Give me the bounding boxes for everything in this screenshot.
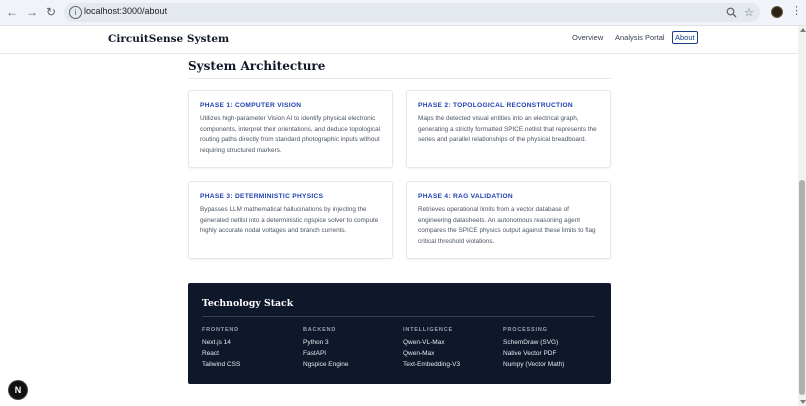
phase-card-1: PHASE 1: COMPUTER VISION Utilizes high-p… bbox=[188, 90, 393, 168]
phase-body: Bypasses LLM mathematical hallucinations… bbox=[200, 206, 379, 234]
scroll-down-arrow-icon[interactable] bbox=[800, 400, 806, 404]
stack-column-backend: BACKEND Python 3 FastAPI Ngspice Engine bbox=[303, 327, 349, 371]
browser-toolbar: ← → ↻ i localhost:3000/about ☆ ⋮ bbox=[0, 0, 806, 26]
phase-body: Utilizes high-parameter Vision AI to ide… bbox=[200, 115, 381, 154]
phase-card-4: PHASE 4: RAG VALIDATION Retrieves operat… bbox=[406, 181, 611, 259]
nextjs-dev-badge[interactable]: N bbox=[9, 381, 27, 399]
stack-item: FastAPI bbox=[303, 350, 327, 358]
phase-title: PHASE 2: TOPOLOGICAL RECONSTRUCTION bbox=[418, 102, 573, 109]
stack-column-heading: FRONTEND bbox=[202, 327, 239, 333]
phase-title: PHASE 1: COMPUTER VISION bbox=[200, 102, 302, 109]
scrollbar-thumb[interactable] bbox=[799, 180, 805, 395]
phase-title: PHASE 3: DETERMINISTIC PHYSICS bbox=[200, 193, 324, 200]
phase-body: Maps the detected visual entities into a… bbox=[418, 115, 597, 143]
info-icon[interactable]: i bbox=[69, 6, 82, 19]
stack-item: React bbox=[202, 350, 219, 358]
phase-card-2: PHASE 2: TOPOLOGICAL RECONSTRUCTION Maps… bbox=[406, 90, 611, 168]
tech-stack-divider bbox=[202, 316, 595, 317]
stack-column-heading: BACKEND bbox=[303, 327, 337, 333]
tech-stack-title: Technology Stack bbox=[202, 298, 294, 309]
section-divider bbox=[188, 78, 611, 79]
stack-item: Ngspice Engine bbox=[303, 361, 349, 369]
back-arrow-icon[interactable]: ← bbox=[4, 4, 20, 20]
site-header: CircuitSense System Overview Analysis Po… bbox=[0, 26, 798, 54]
brand-logo[interactable]: CircuitSense System bbox=[108, 33, 229, 45]
stack-item: Qwen-Max bbox=[403, 350, 435, 358]
scroll-up-arrow-icon[interactable] bbox=[800, 28, 806, 32]
tech-stack-panel: Technology Stack FRONTEND Next.js 14 Rea… bbox=[188, 283, 611, 384]
nav-about[interactable]: About bbox=[672, 31, 698, 44]
stack-column-intelligence: INTELLIGENCE Qwen-VL-Max Qwen-Max Text-E… bbox=[403, 327, 460, 371]
phase-body: Retrieves operational limits from a vect… bbox=[418, 206, 596, 245]
section-title: System Architecture bbox=[188, 59, 326, 73]
stack-item: Next.js 14 bbox=[202, 339, 231, 346]
stack-column-heading: PROCESSING bbox=[503, 327, 548, 333]
phase-card-3: PHASE 3: DETERMINISTIC PHYSICS Bypasses … bbox=[188, 181, 393, 259]
stack-item: SchemDraw (SVG) bbox=[503, 339, 559, 346]
stack-item: Python 3 bbox=[303, 339, 329, 346]
stack-item: Tailwind CSS bbox=[202, 361, 241, 369]
stack-column-frontend: FRONTEND Next.js 14 React Tailwind CSS bbox=[202, 327, 240, 371]
phase-title: PHASE 4: RAG VALIDATION bbox=[418, 193, 513, 200]
stack-item: Numpy (Vector Math) bbox=[503, 361, 565, 369]
profile-avatar[interactable] bbox=[771, 6, 783, 18]
stack-item: Text-Embedding-V3 bbox=[403, 361, 461, 369]
more-vert-icon[interactable]: ⋮ bbox=[791, 5, 802, 17]
nav-analysis-portal[interactable]: Analysis Portal bbox=[615, 33, 665, 42]
forward-arrow-icon[interactable]: → bbox=[24, 4, 40, 20]
zoom-icon[interactable] bbox=[726, 7, 737, 21]
stack-item: Qwen-VL-Max bbox=[403, 339, 445, 346]
nav-overview[interactable]: Overview bbox=[572, 33, 603, 42]
star-icon[interactable]: ☆ bbox=[744, 7, 754, 19]
url-text[interactable]: localhost:3000/about bbox=[84, 6, 167, 16]
stack-column-heading: INTELLIGENCE bbox=[403, 327, 453, 333]
reload-icon[interactable]: ↻ bbox=[43, 4, 59, 20]
stack-item: Native Vector PDF bbox=[503, 350, 557, 358]
address-bar[interactable]: i localhost:3000/about ☆ bbox=[64, 3, 760, 22]
stack-column-processing: PROCESSING SchemDraw (SVG) Native Vector… bbox=[503, 327, 564, 371]
